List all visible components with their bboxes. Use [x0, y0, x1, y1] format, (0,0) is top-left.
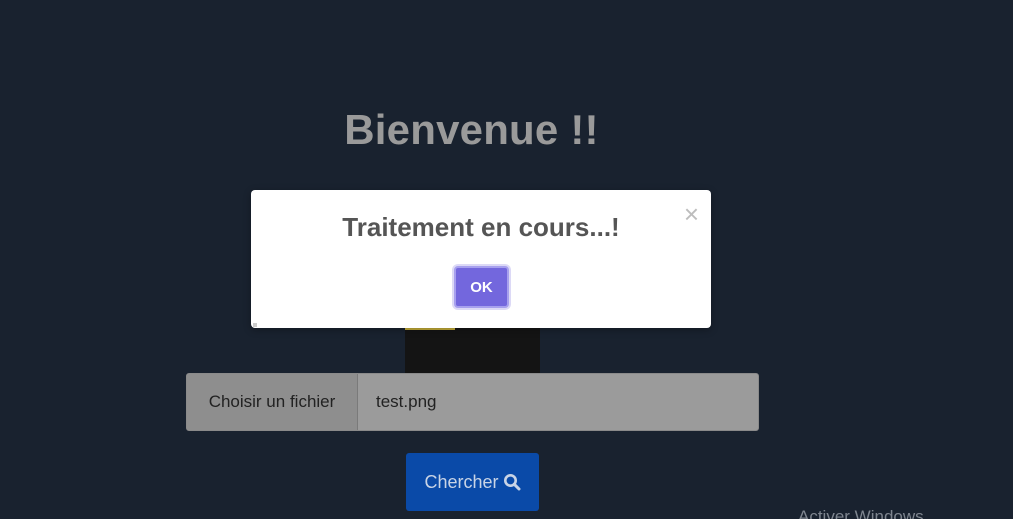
processing-modal: × Traitement en cours...! OK: [251, 190, 711, 328]
resize-handle-icon: [253, 323, 257, 327]
modal-title: Traitement en cours...!: [342, 212, 620, 242]
page: Bienvenue !! Choisir un fichier test.png…: [0, 0, 1013, 519]
ok-button[interactable]: OK: [454, 266, 509, 308]
